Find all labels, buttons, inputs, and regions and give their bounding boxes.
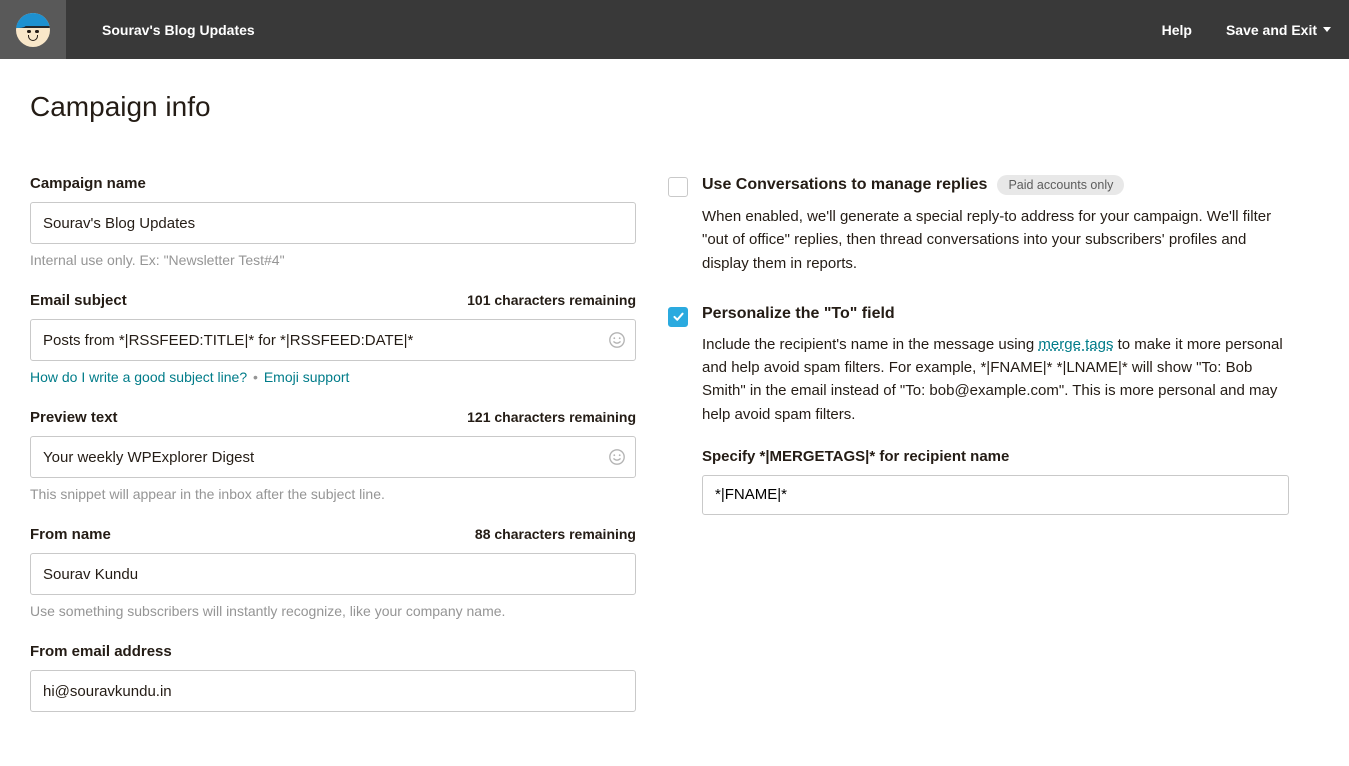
from-email-label: From email address [30, 643, 172, 660]
campaign-name-input[interactable] [30, 202, 636, 244]
preview-text-field: Preview text 121 characters remaining Th… [30, 409, 636, 502]
personalize-title: Personalize the "To" field [702, 305, 895, 323]
preview-text-label: Preview text [30, 409, 118, 426]
personalize-checkbox[interactable] [668, 307, 688, 327]
from-email-field: From email address [30, 643, 636, 712]
right-column: Use Conversations to manage replies Paid… [668, 175, 1319, 736]
chevron-down-icon [1323, 27, 1331, 32]
email-subject-links: How do I write a good subject line? • Em… [30, 369, 636, 385]
merge-tags-link[interactable]: merge tags [1038, 336, 1113, 353]
campaign-name-label: Campaign name [30, 175, 146, 192]
subject-help-link[interactable]: How do I write a good subject line? [30, 369, 247, 385]
from-email-input[interactable] [30, 670, 636, 712]
emoji-picker-button[interactable] [606, 446, 628, 468]
check-icon [672, 310, 685, 323]
help-link[interactable]: Help [1162, 22, 1192, 38]
preview-text-help: This snippet will appear in the inbox af… [30, 486, 636, 502]
conversations-desc: When enabled, we'll generate a special r… [702, 205, 1289, 275]
header-actions: Help Save and Exit [1162, 22, 1349, 38]
email-subject-field: Email subject 101 characters remaining H… [30, 292, 636, 385]
preview-text-chars: 121 characters remaining [467, 409, 636, 425]
conversations-checkbox[interactable] [668, 177, 688, 197]
paid-only-badge: Paid accounts only [997, 175, 1124, 195]
left-column: Campaign name Internal use only. Ex: "Ne… [30, 175, 636, 736]
preview-text-input[interactable] [30, 436, 636, 478]
mergetag-label: Specify *|MERGETAGS|* for recipient name [702, 448, 1289, 465]
emoji-picker-button[interactable] [606, 329, 628, 351]
save-and-exit-label: Save and Exit [1226, 22, 1317, 38]
dot-separator: • [253, 369, 258, 385]
conversations-title: Use Conversations to manage replies [702, 176, 987, 194]
from-name-input[interactable] [30, 553, 636, 595]
page-title: Campaign info [30, 91, 1319, 123]
email-subject-label: Email subject [30, 292, 127, 309]
save-and-exit-button[interactable]: Save and Exit [1226, 22, 1331, 38]
smiley-icon [608, 448, 626, 466]
campaign-name-help: Internal use only. Ex: "Newsletter Test#… [30, 252, 636, 268]
from-name-field: From name 88 characters remaining Use so… [30, 526, 636, 619]
emoji-support-link[interactable]: Emoji support [264, 369, 350, 385]
personalize-option: Personalize the "To" field Include the r… [668, 305, 1289, 515]
from-name-help: Use something subscribers will instantly… [30, 603, 636, 619]
from-name-chars: 88 characters remaining [475, 526, 636, 542]
smiley-icon [608, 331, 626, 349]
content-area: Campaign info Campaign name Internal use… [0, 59, 1349, 766]
from-name-label: From name [30, 526, 111, 543]
logo-box[interactable] [0, 0, 66, 59]
mergetag-section: Specify *|MERGETAGS|* for recipient name [702, 448, 1289, 515]
personalize-desc-pre: Include the recipient's name in the mess… [702, 336, 1038, 353]
email-subject-chars: 101 characters remaining [467, 292, 636, 308]
campaign-name-field: Campaign name Internal use only. Ex: "Ne… [30, 175, 636, 268]
header-campaign-title: Sourav's Blog Updates [102, 22, 255, 38]
mergetag-input[interactable] [702, 475, 1289, 515]
email-subject-input[interactable] [30, 319, 636, 361]
app-header: Sourav's Blog Updates Help Save and Exit [0, 0, 1349, 59]
mailchimp-logo-icon [16, 13, 50, 47]
personalize-desc: Include the recipient's name in the mess… [702, 333, 1289, 426]
conversations-option: Use Conversations to manage replies Paid… [668, 175, 1289, 275]
